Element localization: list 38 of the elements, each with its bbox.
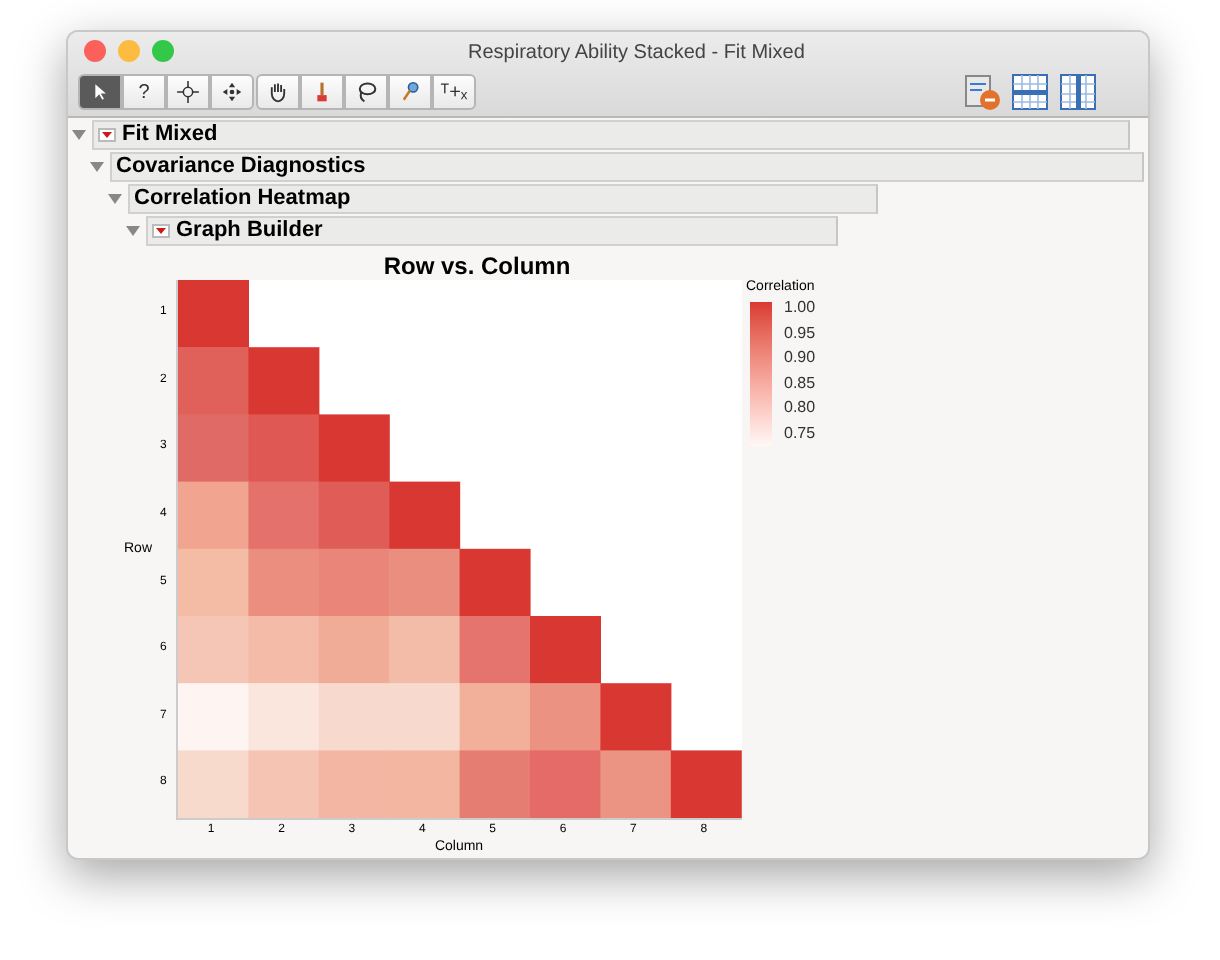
outline-title: Graph Builder xyxy=(176,216,323,247)
disclosure-triangle-icon[interactable] xyxy=(72,128,86,142)
chart-title: Row vs. Column xyxy=(383,252,571,280)
legend-tick-label: 0.80 xyxy=(784,396,816,420)
legend-tick-label: 0.85 xyxy=(784,371,816,395)
legend-tick-label: 0.90 xyxy=(784,346,816,370)
outline-header[interactable]: Covariance Diagnostics xyxy=(110,152,1144,182)
annotate-tool-button[interactable]: ᵀ+ₓ xyxy=(432,74,476,111)
move-icon xyxy=(218,78,246,107)
brush-tool-button[interactable] xyxy=(300,74,344,111)
help-tool-button[interactable]: ? xyxy=(122,74,166,111)
outline-header[interactable]: Fit Mixed xyxy=(92,120,1130,150)
legend-tick-label: 0.95 xyxy=(784,321,816,345)
hand-tool-button[interactable] xyxy=(256,74,300,111)
disclosure-triangle-icon[interactable] xyxy=(126,224,140,238)
disclosure-triangle-icon[interactable] xyxy=(90,160,104,174)
table-columns-icon[interactable] xyxy=(1058,72,1098,113)
lasso-tool-button[interactable] xyxy=(344,74,388,111)
outline-header[interactable]: Correlation Heatmap xyxy=(128,184,878,214)
disclosure-triangle-icon[interactable] xyxy=(108,192,122,206)
color-scale-bar xyxy=(750,302,772,446)
table-rows-icon[interactable] xyxy=(1010,72,1050,113)
outline-title: Fit Mixed xyxy=(122,120,218,151)
move-tool-button[interactable] xyxy=(210,74,254,111)
popup-menu-icon[interactable] xyxy=(98,128,116,142)
arrow-tool-button[interactable] xyxy=(78,74,122,111)
window-title: Respiratory Ability Stacked - Fit Mixed xyxy=(468,40,805,68)
legend-tick-label: 1.00 xyxy=(784,296,816,320)
scroll-tool-button[interactable] xyxy=(166,74,210,111)
report-icon[interactable] xyxy=(962,72,1002,113)
scroll-icon xyxy=(174,78,202,107)
outline-title: Correlation Heatmap xyxy=(134,184,351,215)
outline-header[interactable]: Graph Builder xyxy=(146,216,838,246)
close-button[interactable] xyxy=(84,39,106,62)
legend-tick-label: 0.75 xyxy=(784,421,816,445)
popup-menu-icon[interactable] xyxy=(152,224,170,238)
magnifier-tool-button[interactable] xyxy=(388,74,432,111)
outline-title: Covariance Diagnostics xyxy=(116,152,366,183)
